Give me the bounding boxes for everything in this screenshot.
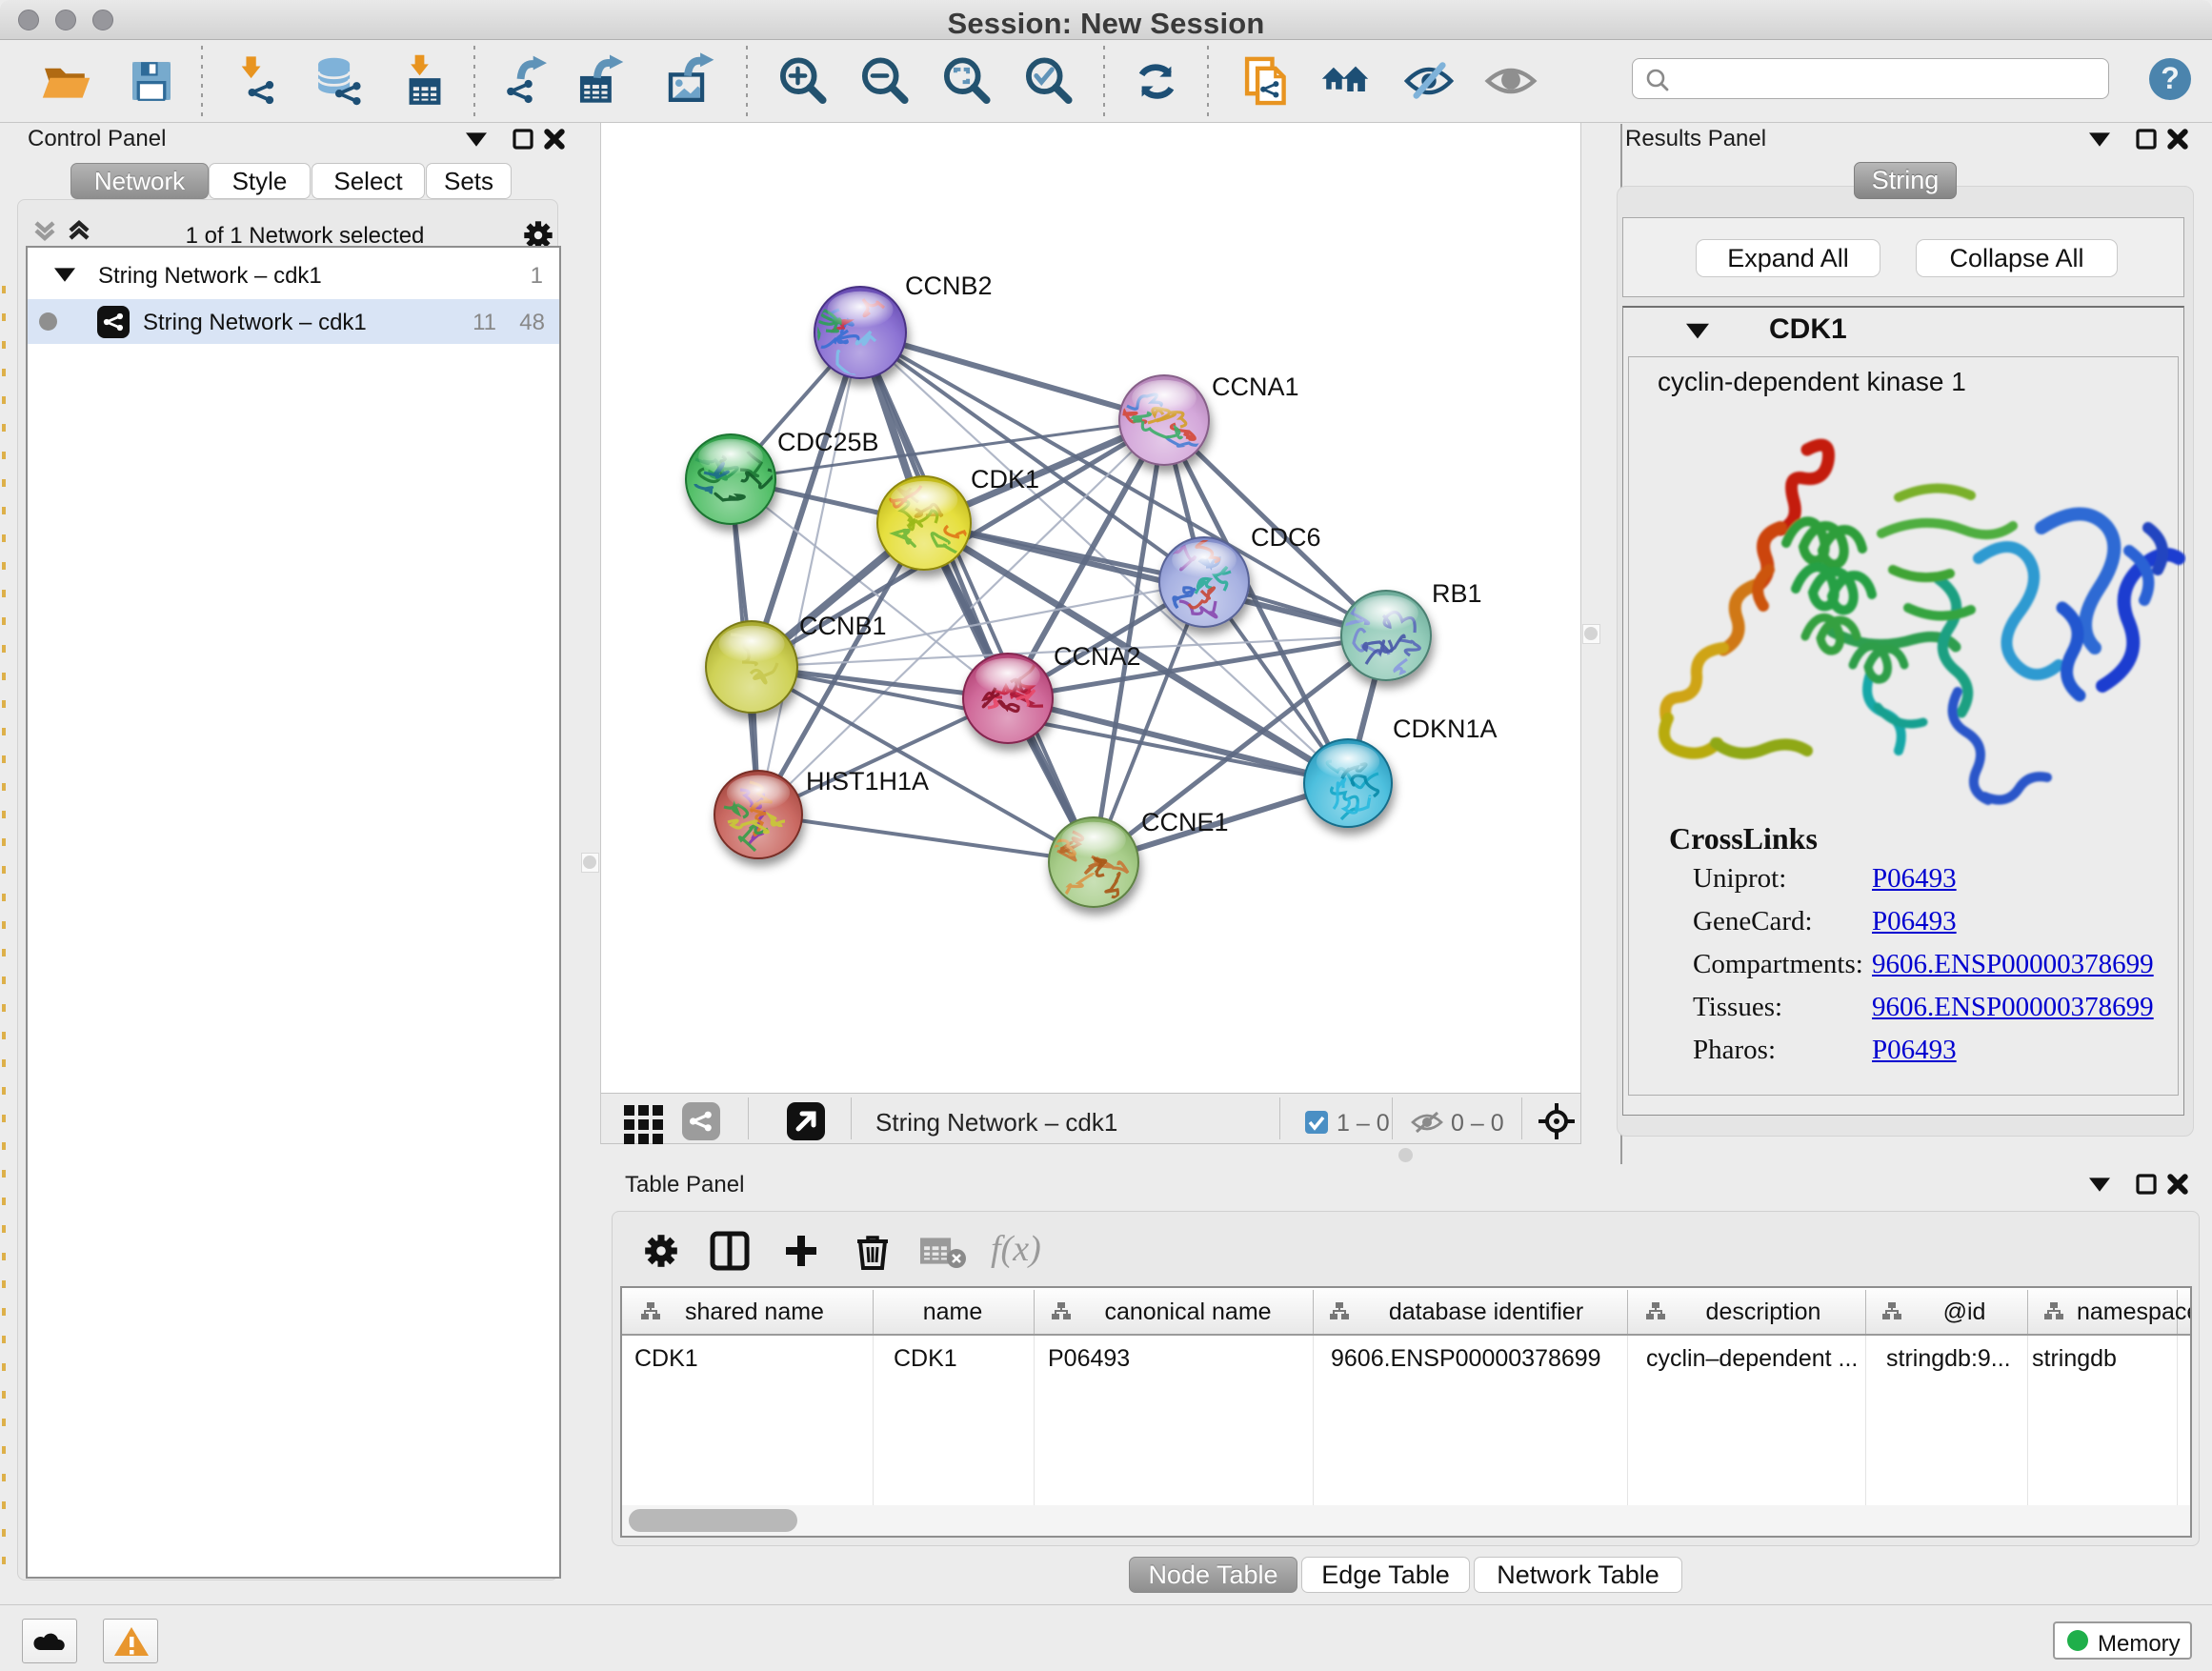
svg-text:HIST1H1A: HIST1H1A [806,767,929,795]
svg-text:CDC25B: CDC25B [777,428,879,456]
svg-text:CCNE1: CCNE1 [1141,808,1229,836]
svg-text:CCNB1: CCNB1 [799,612,887,640]
svg-text:CCNA2: CCNA2 [1054,642,1141,671]
svg-text:CCNB2: CCNB2 [905,272,993,300]
svg-text:CDKN1A: CDKN1A [1393,715,1498,743]
svg-text:RB1: RB1 [1432,579,1482,608]
svg-text:CDC6: CDC6 [1251,523,1321,552]
svg-text:CDK1: CDK1 [971,465,1039,493]
svg-text:CCNA1: CCNA1 [1212,372,1299,401]
